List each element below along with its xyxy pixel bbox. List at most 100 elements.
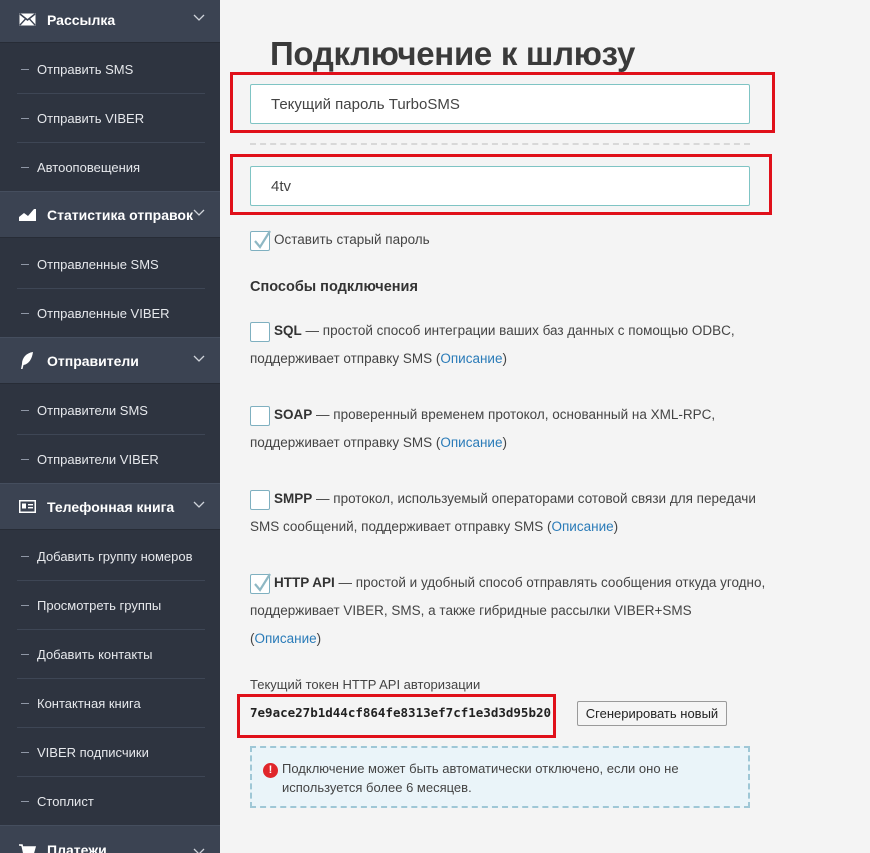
method-desc: поддерживает отправку SMS ( — [250, 351, 441, 366]
main-content: Подключение к шлюзу Текущий пароль Turbo… — [220, 0, 870, 853]
method-name: SQL — [274, 323, 302, 338]
chevron-down-icon — [193, 355, 205, 362]
sidebar-item-sent-sms[interactable]: Отправленные SMS — [17, 240, 205, 289]
sidebar-item-label: Отправленные SMS — [37, 256, 159, 272]
sql-checkbox[interactable] — [250, 322, 270, 342]
method-desc: — простой и удобный способ отправлять со… — [334, 575, 766, 590]
smpp-description-line2: SMS сообщений, поддерживает отправку SMS… — [250, 513, 618, 541]
paren: ) — [502, 351, 507, 366]
paren: ) — [316, 631, 322, 646]
keep-password-label: Оставить старый пароль — [274, 232, 430, 247]
notice-box: ! Подключение может быть автоматически о… — [250, 746, 750, 808]
sidebar-item-viber-subscribers[interactable]: VIBER подписчики — [17, 728, 205, 777]
http-api-description-line3: (Описание) — [250, 625, 321, 653]
soap-description-line2: поддерживает отправку SMS (Описание) — [250, 429, 507, 457]
sidebar-item-auto-notifications[interactable]: Автооповещения — [17, 143, 205, 192]
sidebar-section-label: Платежи — [47, 842, 107, 853]
cart-icon — [18, 842, 36, 853]
sidebar-item-label: Отправители VIBER — [37, 452, 159, 467]
dash-icon — [21, 167, 29, 168]
generate-token-button[interactable]: Сгенерировать новый — [577, 701, 727, 726]
method-desc: — простой способ интеграции ваших баз да… — [301, 323, 735, 338]
contact-card-icon — [18, 498, 36, 516]
method-name: SOAP — [274, 407, 313, 422]
method-desc: поддерживает отправку SMS ( — [250, 435, 441, 450]
method-name: HTTP API — [274, 575, 335, 590]
dash-icon — [21, 751, 29, 753]
token-value: 7e9ace27b1d44cf864fe8313ef7cf1e3d3d95b20 — [250, 705, 552, 720]
sidebar-section-phonebook[interactable]: Телефонная книга — [0, 483, 220, 530]
paren: ) — [502, 435, 507, 450]
sidebar-item-sent-viber[interactable]: Отправленные VIBER — [17, 289, 205, 338]
sidebar-item-label: Отправители SMS — [37, 402, 148, 418]
dash-icon — [21, 555, 29, 557]
dash-icon — [21, 409, 29, 411]
feather-icon — [18, 352, 36, 370]
http-api-description-line2: поддерживает VIBER, SMS, а также гибридн… — [250, 603, 692, 618]
dash-icon — [21, 604, 29, 606]
http-api-checkbox[interactable] — [250, 573, 271, 594]
http-api-description-link[interactable]: Описание — [255, 631, 317, 646]
dash-icon — [21, 68, 29, 70]
dash-icon — [21, 801, 29, 802]
warning-icon: ! — [263, 763, 278, 778]
sidebar-section-payments[interactable]: Платежи — [0, 825, 220, 853]
http-api-description-line1: HTTP API — простой и удобный способ отпр… — [274, 569, 765, 597]
chevron-down-icon — [193, 209, 205, 216]
sidebar-item-label: Автооповещения — [37, 160, 141, 175]
sidebar-item-label: VIBER подписчики — [37, 744, 149, 760]
sidebar-item-send-viber[interactable]: Отправить VIBER — [17, 94, 205, 143]
smpp-description-link[interactable]: Описание — [552, 519, 614, 534]
sidebar-item-label: Добавить группу номеров — [37, 548, 193, 564]
sidebar-item-label: Отправленные VIBER — [37, 306, 170, 321]
dash-icon — [21, 653, 29, 655]
sidebar-item-send-sms[interactable]: Отправить SMS — [17, 45, 205, 94]
method-desc: SMS сообщений, поддерживает отправку SMS… — [250, 519, 552, 534]
sidebar-section-label: Телефонная книга — [47, 498, 175, 515]
sidebar-item-senders-viber[interactable]: Отправители VIBER — [17, 435, 205, 484]
sidebar-item-label: Просмотреть группы — [37, 597, 162, 613]
soap-description-line1: SOAP — проверенный временем протокол, ос… — [274, 401, 715, 429]
smpp-description-line1: SMPP — протокол, используемый операторам… — [274, 485, 756, 513]
soap-checkbox[interactable] — [250, 406, 270, 426]
sidebar-item-view-groups[interactable]: Просмотреть группы — [17, 581, 205, 630]
method-desc: — протокол, используемый операторами сот… — [312, 491, 756, 506]
sidebar-item-contact-book[interactable]: Контактная книга — [17, 679, 205, 728]
checkmark-icon — [254, 573, 271, 592]
sidebar-section-senders[interactable]: Отправители — [0, 337, 220, 384]
sidebar: Рассылка Отправить SMS Отправить VIBER А… — [0, 0, 220, 853]
page-title: Подключение к шлюзу — [270, 35, 636, 72]
sidebar-section-mailing[interactable]: Рассылка — [0, 0, 220, 43]
sidebar-section-label: Отправители — [47, 352, 139, 369]
sidebar-item-label: Отправить SMS — [37, 61, 134, 77]
keep-password-checkbox[interactable] — [250, 230, 271, 251]
methods-heading: Способы подключения — [250, 279, 418, 295]
sidebar-item-label: Отправить VIBER — [37, 110, 145, 126]
dash-icon — [21, 702, 29, 704]
dash-icon — [21, 263, 29, 265]
login-input[interactable]: 4tv — [250, 166, 750, 206]
dash-icon — [21, 459, 29, 460]
chevron-down-icon — [193, 501, 205, 508]
sidebar-item-senders-sms[interactable]: Отправители SMS — [17, 386, 205, 435]
dash-icon — [21, 313, 29, 314]
chevron-down-icon — [193, 848, 205, 853]
area-chart-icon — [18, 206, 36, 224]
password-input[interactable]: Текущий пароль TurboSMS — [250, 84, 750, 124]
sidebar-item-label: Добавить контакты — [37, 646, 153, 662]
sidebar-item-add-group[interactable]: Добавить группу номеров — [17, 532, 205, 581]
method-desc: — проверенный временем протокол, основан… — [312, 407, 716, 422]
soap-description-link[interactable]: Описание — [440, 435, 502, 450]
method-name: SMPP — [274, 491, 313, 506]
chevron-down-icon — [193, 14, 205, 21]
sidebar-item-stoplist[interactable]: Стоплист — [17, 777, 205, 826]
smpp-checkbox[interactable] — [250, 490, 270, 510]
sidebar-section-label: Статистика отправок — [47, 206, 193, 223]
sidebar-section-label: Рассылка — [47, 11, 116, 28]
checkmark-icon — [254, 230, 271, 249]
sql-description-link[interactable]: Описание — [440, 351, 502, 366]
sidebar-item-add-contacts[interactable]: Добавить контакты — [17, 630, 205, 679]
sidebar-section-statistics[interactable]: Статистика отправок — [0, 191, 220, 238]
sql-description-line1: SQL — простой способ интеграции ваших ба… — [274, 317, 735, 345]
sidebar-item-label: Контактная книга — [37, 695, 141, 711]
